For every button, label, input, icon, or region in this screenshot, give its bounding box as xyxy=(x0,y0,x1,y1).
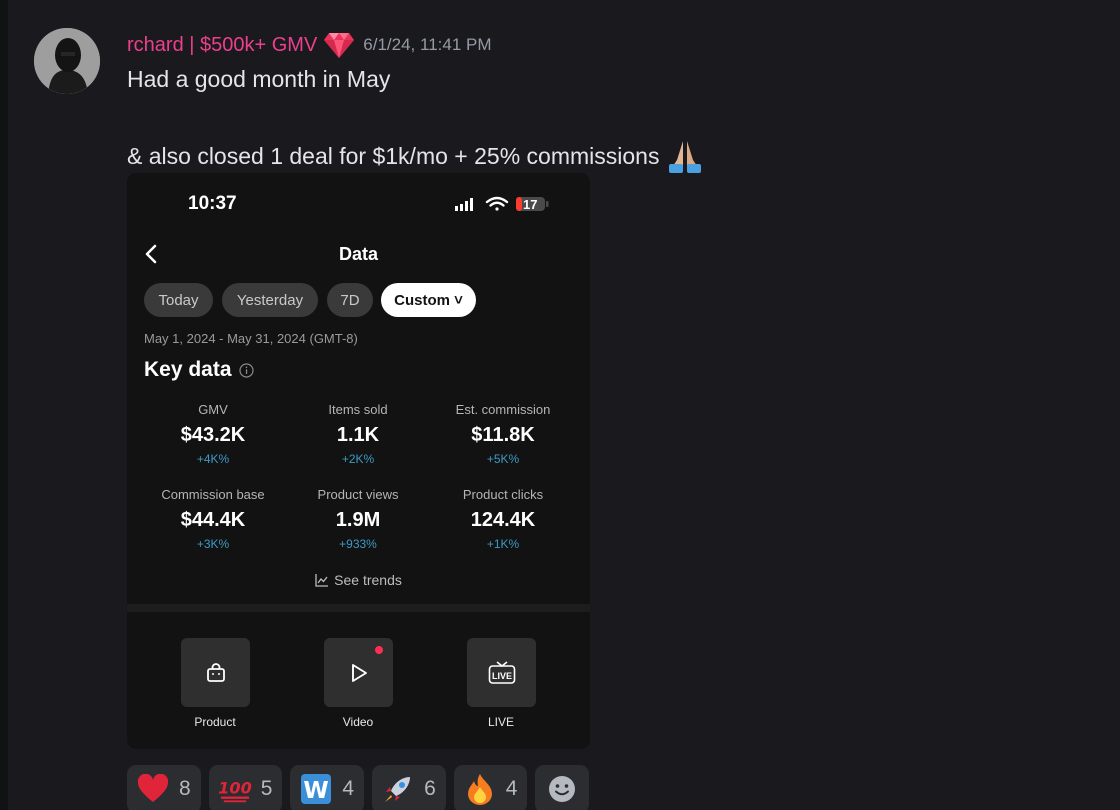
signal-icon xyxy=(455,198,473,211)
metric-commission-base[interactable]: Commission base $44.4K +3K% xyxy=(143,487,283,551)
add-reaction-button[interactable] xyxy=(535,765,590,810)
metric-value: 1.1K xyxy=(336,424,380,446)
reaction-count: 4 xyxy=(505,777,518,800)
shopping-bag-icon xyxy=(206,662,225,682)
red-heart-icon xyxy=(136,772,170,806)
message-header: rchard | $500k+ GMV 6/1/24, 11:41 PM xyxy=(127,30,492,60)
message-line-2: & also closed 1 deal for $1k/mo + 25% co… xyxy=(127,138,707,174)
reaction-count: 4 xyxy=(342,777,355,800)
metric-change: +2K% xyxy=(341,452,375,466)
see-trends-label: See trends xyxy=(334,572,402,588)
notification-dot xyxy=(375,646,383,654)
metric-value: 1.9M xyxy=(335,509,381,531)
reaction-rocket[interactable]: 6 xyxy=(372,765,446,810)
message-line-2-text: & also closed 1 deal for $1k/mo + 25% co… xyxy=(127,142,660,169)
metric-value: $44.4K xyxy=(180,509,246,531)
reaction-fire[interactable]: 4 xyxy=(453,765,528,810)
live-tv-icon: LIVE xyxy=(488,660,515,684)
metric-items-sold[interactable]: Items sold 1.1K +2K% xyxy=(288,402,428,466)
metric-label: Commission base xyxy=(161,487,265,502)
tool-video-label: Video xyxy=(342,715,374,729)
reaction-hundred[interactable]: 100 5 xyxy=(208,765,283,810)
trend-chart-icon xyxy=(315,574,329,587)
chip-yesterday[interactable]: Yesterday xyxy=(222,283,318,317)
see-trends-link[interactable]: See trends xyxy=(127,572,590,588)
metric-change: +3K% xyxy=(196,537,230,551)
left-strip xyxy=(0,0,8,810)
reaction-count: 6 xyxy=(424,777,436,800)
key-data-title: Key data xyxy=(144,358,232,381)
letter-w-icon: W xyxy=(299,772,333,806)
username[interactable]: rchard | $500k+ GMV xyxy=(127,34,317,57)
reaction-count: 8 xyxy=(179,777,191,800)
tool-product-button[interactable] xyxy=(181,638,250,707)
svg-text:LIVE: LIVE xyxy=(491,671,511,681)
smiley-icon xyxy=(549,776,576,802)
date-range: May 1, 2024 - May 31, 2024 (GMT-8) xyxy=(144,331,358,346)
metric-value: $11.8K xyxy=(471,424,535,446)
reaction-heart[interactable]: 8 xyxy=(127,765,201,810)
metric-value: $43.2K xyxy=(180,424,246,446)
metric-est-commission[interactable]: Est. commission $11.8K +5K% xyxy=(433,402,573,466)
tool-live-button[interactable]: LIVE xyxy=(467,638,536,707)
metric-change: +4K% xyxy=(196,452,230,466)
phone-screenshot[interactable]: 10:37 17 Data Today Yesterday 7D Custom … xyxy=(127,173,590,749)
message-line-1: Had a good month in May xyxy=(127,66,391,92)
metric-label: GMV xyxy=(198,402,228,417)
metric-label: Product clicks xyxy=(462,487,544,502)
metric-change: +5K% xyxy=(486,452,520,466)
metric-label: Product views xyxy=(317,487,399,502)
chip-custom[interactable]: Custom ˅ xyxy=(381,283,476,317)
status-time: 10:37 xyxy=(188,193,237,214)
folded-hands-icon xyxy=(669,141,702,173)
metric-value: 124.4K xyxy=(470,509,536,531)
reaction-count: 5 xyxy=(260,777,273,800)
rocket-icon xyxy=(381,772,415,806)
metric-label: Items sold xyxy=(328,402,388,417)
metric-product-clicks[interactable]: Product clicks 124.4K +1K% xyxy=(433,487,573,551)
metric-gmv[interactable]: GMV $43.2K +4K% xyxy=(143,402,283,466)
gem-icon xyxy=(324,33,355,58)
metric-label: Est. commission xyxy=(455,402,551,417)
metric-change: +933% xyxy=(339,537,377,551)
tool-product-label: Product xyxy=(194,715,236,729)
timestamp: 6/1/24, 11:41 PM xyxy=(363,35,492,54)
avatar[interactable] xyxy=(34,28,100,94)
info-icon[interactable] xyxy=(238,362,254,378)
metric-change: +1K% xyxy=(486,537,520,551)
key-data-heading: Key data xyxy=(144,358,254,382)
page-title: Data xyxy=(338,244,378,264)
avatar-image xyxy=(34,28,100,94)
svg-text:100: 100 xyxy=(218,779,252,798)
metric-product-views[interactable]: Product views 1.9M +933% xyxy=(288,487,428,551)
chip-7d[interactable]: 7D xyxy=(327,283,373,317)
wifi-icon xyxy=(485,196,509,211)
tool-video-button[interactable] xyxy=(324,638,393,707)
section-divider xyxy=(127,604,590,612)
fire-icon xyxy=(463,772,497,806)
reaction-w[interactable]: W 4 xyxy=(290,765,365,810)
tool-live-label: LIVE xyxy=(487,715,514,729)
reactions-bar: 8 100 5 W 4 6 4 xyxy=(127,765,590,810)
svg-text:W: W xyxy=(304,778,329,804)
battery-level: 17 xyxy=(523,197,538,212)
hundred-points-icon: 100 xyxy=(218,772,252,806)
play-icon xyxy=(351,663,367,682)
chip-today[interactable]: Today xyxy=(144,283,213,317)
